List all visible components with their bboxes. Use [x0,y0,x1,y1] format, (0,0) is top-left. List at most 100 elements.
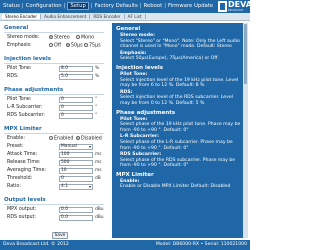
nav-separator: | [90,3,93,9]
phase-lr-label: L-R Subcarrier: [7,105,43,110]
logo-sub: BROADCAST [228,9,244,12]
ratio-select[interactable]: 4:1 [59,184,93,190]
release-time-input[interactable]: 500 [59,160,93,166]
preset-select[interactable]: Manual [59,144,93,150]
help-item-text: Enable or Disable MPX Limiter Default: D… [120,184,231,190]
rds-injection-label: RDS: [7,74,19,79]
section-limiter-title: MPX Limiter [4,126,42,132]
tab-af-list[interactable]: AF List [124,14,146,19]
rds-output-label: RDS output: [7,215,37,220]
pilot-tone-input[interactable]: 8.0 [59,66,93,72]
limiter-option-enabled[interactable]: Enabled [49,136,73,142]
threshold-label: Threshold: [7,176,33,181]
help-item-text: Select injection level of the 19 kHz pil… [120,77,239,89]
rds-output-input[interactable]: 0.0 [59,215,93,221]
threshold-unit: dB [95,176,101,181]
section-general-title: General [4,25,29,31]
threshold-input[interactable]: 0 [59,176,93,182]
stereo-mode-option-mono[interactable]: Mono [76,35,94,41]
help-item-title: Pilot Tone: [120,71,148,77]
nav-separator: | [139,3,142,9]
attack-time-unit: ms [95,152,102,157]
divider [4,204,104,205]
limiter-option-disabled[interactable]: Disabled [76,136,102,142]
radio-off-icon [76,35,80,39]
help-scrollbar-thumb[interactable] [244,24,247,84]
divider [4,63,104,64]
section-output-title: Output levels [4,197,46,203]
rds-injection-unit: % [95,74,100,79]
radio-on-icon [76,136,80,140]
tab-stereo-encoder[interactable]: Stereo Encoder [2,14,42,19]
preset-label: Preset: [7,144,24,149]
phase-rds-unit: ° [95,113,98,118]
nav-configuration[interactable]: Configuration [26,3,62,9]
settings-form: General Stereo mode: Stereo Mono Emphasi… [4,23,112,239]
tab-audio-enhancement[interactable]: Audio Enhancement [41,14,91,19]
averaging-time-input[interactable]: 10 [59,168,93,174]
sub-tab-bar: Stereo Encoder Audio Enhancement RDS Encod… [0,13,250,21]
help-item-text: Select 50µs(Europe), 75µs(America) or Of… [120,56,220,62]
nav-setup[interactable]: Setup [67,2,89,10]
help-item-title: Stereo mode: [120,33,155,38]
rds-injection-input[interactable]: 5.0 [59,74,93,80]
divider [4,94,104,95]
release-time-label: Release Time: [7,160,41,165]
help-item: Pilot Tone: Select phase of the 19 kHz pi… [120,117,243,134]
help-item-text: Select phase of the RDS subcarrier. Phas… [120,157,236,169]
phase-lr-unit: ° [95,105,98,110]
footer-device-info: Model: DB6000-RX • Serial: 110021000 [155,242,247,247]
option-label: Mono [81,35,95,41]
nav-status[interactable]: Status [3,3,20,9]
phase-pilot-input[interactable]: 0 [59,97,93,103]
nav-separator: | [164,3,167,9]
option-label: Disabled [81,136,102,142]
radio-on-icon [49,35,53,39]
tab-rds-encoder[interactable]: RDS Encoder [90,14,125,19]
option-label: Stereo [54,35,70,41]
help-panel: General Stereo mode: Select "Stereo" or "… [112,23,247,238]
option-label: Off [54,43,62,49]
help-phase-title: Phase adjustments [116,109,176,116]
phase-lr-input[interactable]: 0 [59,105,93,111]
emphasis-option-50us[interactable]: 50µs [66,43,83,49]
ratio-label: Ratio: [7,184,21,189]
phase-rds-label: RDS Subcarrier: [7,113,45,118]
phase-pilot-unit: ° [95,97,98,102]
pilot-tone-unit: % [95,66,100,71]
save-button[interactable]: Save [52,232,68,239]
radio-on-icon [66,43,70,47]
mpx-output-input[interactable]: 0.0 [59,207,93,213]
help-item-title: RDS: [120,89,133,95]
release-time-unit: ms [95,160,102,165]
averaging-time-unit: ms [95,168,102,173]
footer-bar: Deva Broadcast Ltd. © 2012 Model: DB6000… [0,240,250,250]
help-general-title: General [116,26,141,32]
help-item-text: Select injection level of the RDS subcar… [120,95,233,106]
help-item: Emphasis: Select 50µs(Europe), 75µs(Ameri… [120,51,243,62]
nav-factory-defaults[interactable]: Factory Defaults [95,3,138,9]
section-phase-title: Phase adjustments [4,87,64,93]
mpx-output-label: MPX output: [7,207,37,212]
radio-off-icon [49,43,53,47]
mpx-output-unit: dBu [95,207,104,212]
help-item: Enable: Enable or Disable MPX Limiter Def… [120,179,243,190]
stereo-mode-option-stereo[interactable]: Stereo [49,35,70,41]
help-item: RDS: Select injection level of the RDS su… [120,90,243,107]
help-limiter-title: MPX Limiter [116,171,154,178]
option-label: 50µs [71,43,83,49]
top-navigation-bar: Status | Configuration | Setup | Factory Defau… [0,0,252,13]
emphasis-option-75us[interactable]: 75µs [84,43,101,49]
nav-reboot[interactable]: Reboot [144,3,163,9]
help-item-text: Select phase of the 19 kHz pilot tone. P… [120,122,241,133]
nav-firmware-update[interactable]: Firmware Update [168,3,213,9]
attack-time-input[interactable]: 100 [59,152,93,158]
phase-rds-input[interactable]: 0 [59,113,93,119]
help-item-title: Pilot Tone: [120,116,148,122]
help-item: RDS Subcarrier: Select phase of the RDS s… [120,152,243,169]
deva-logo: DEVA BROADCAST [218,0,252,12]
option-label: 75µs [89,43,101,49]
divider [4,32,104,33]
phase-pilot-label: Pilot Tone: [7,97,32,102]
emphasis-option-off[interactable]: Off [49,43,61,49]
